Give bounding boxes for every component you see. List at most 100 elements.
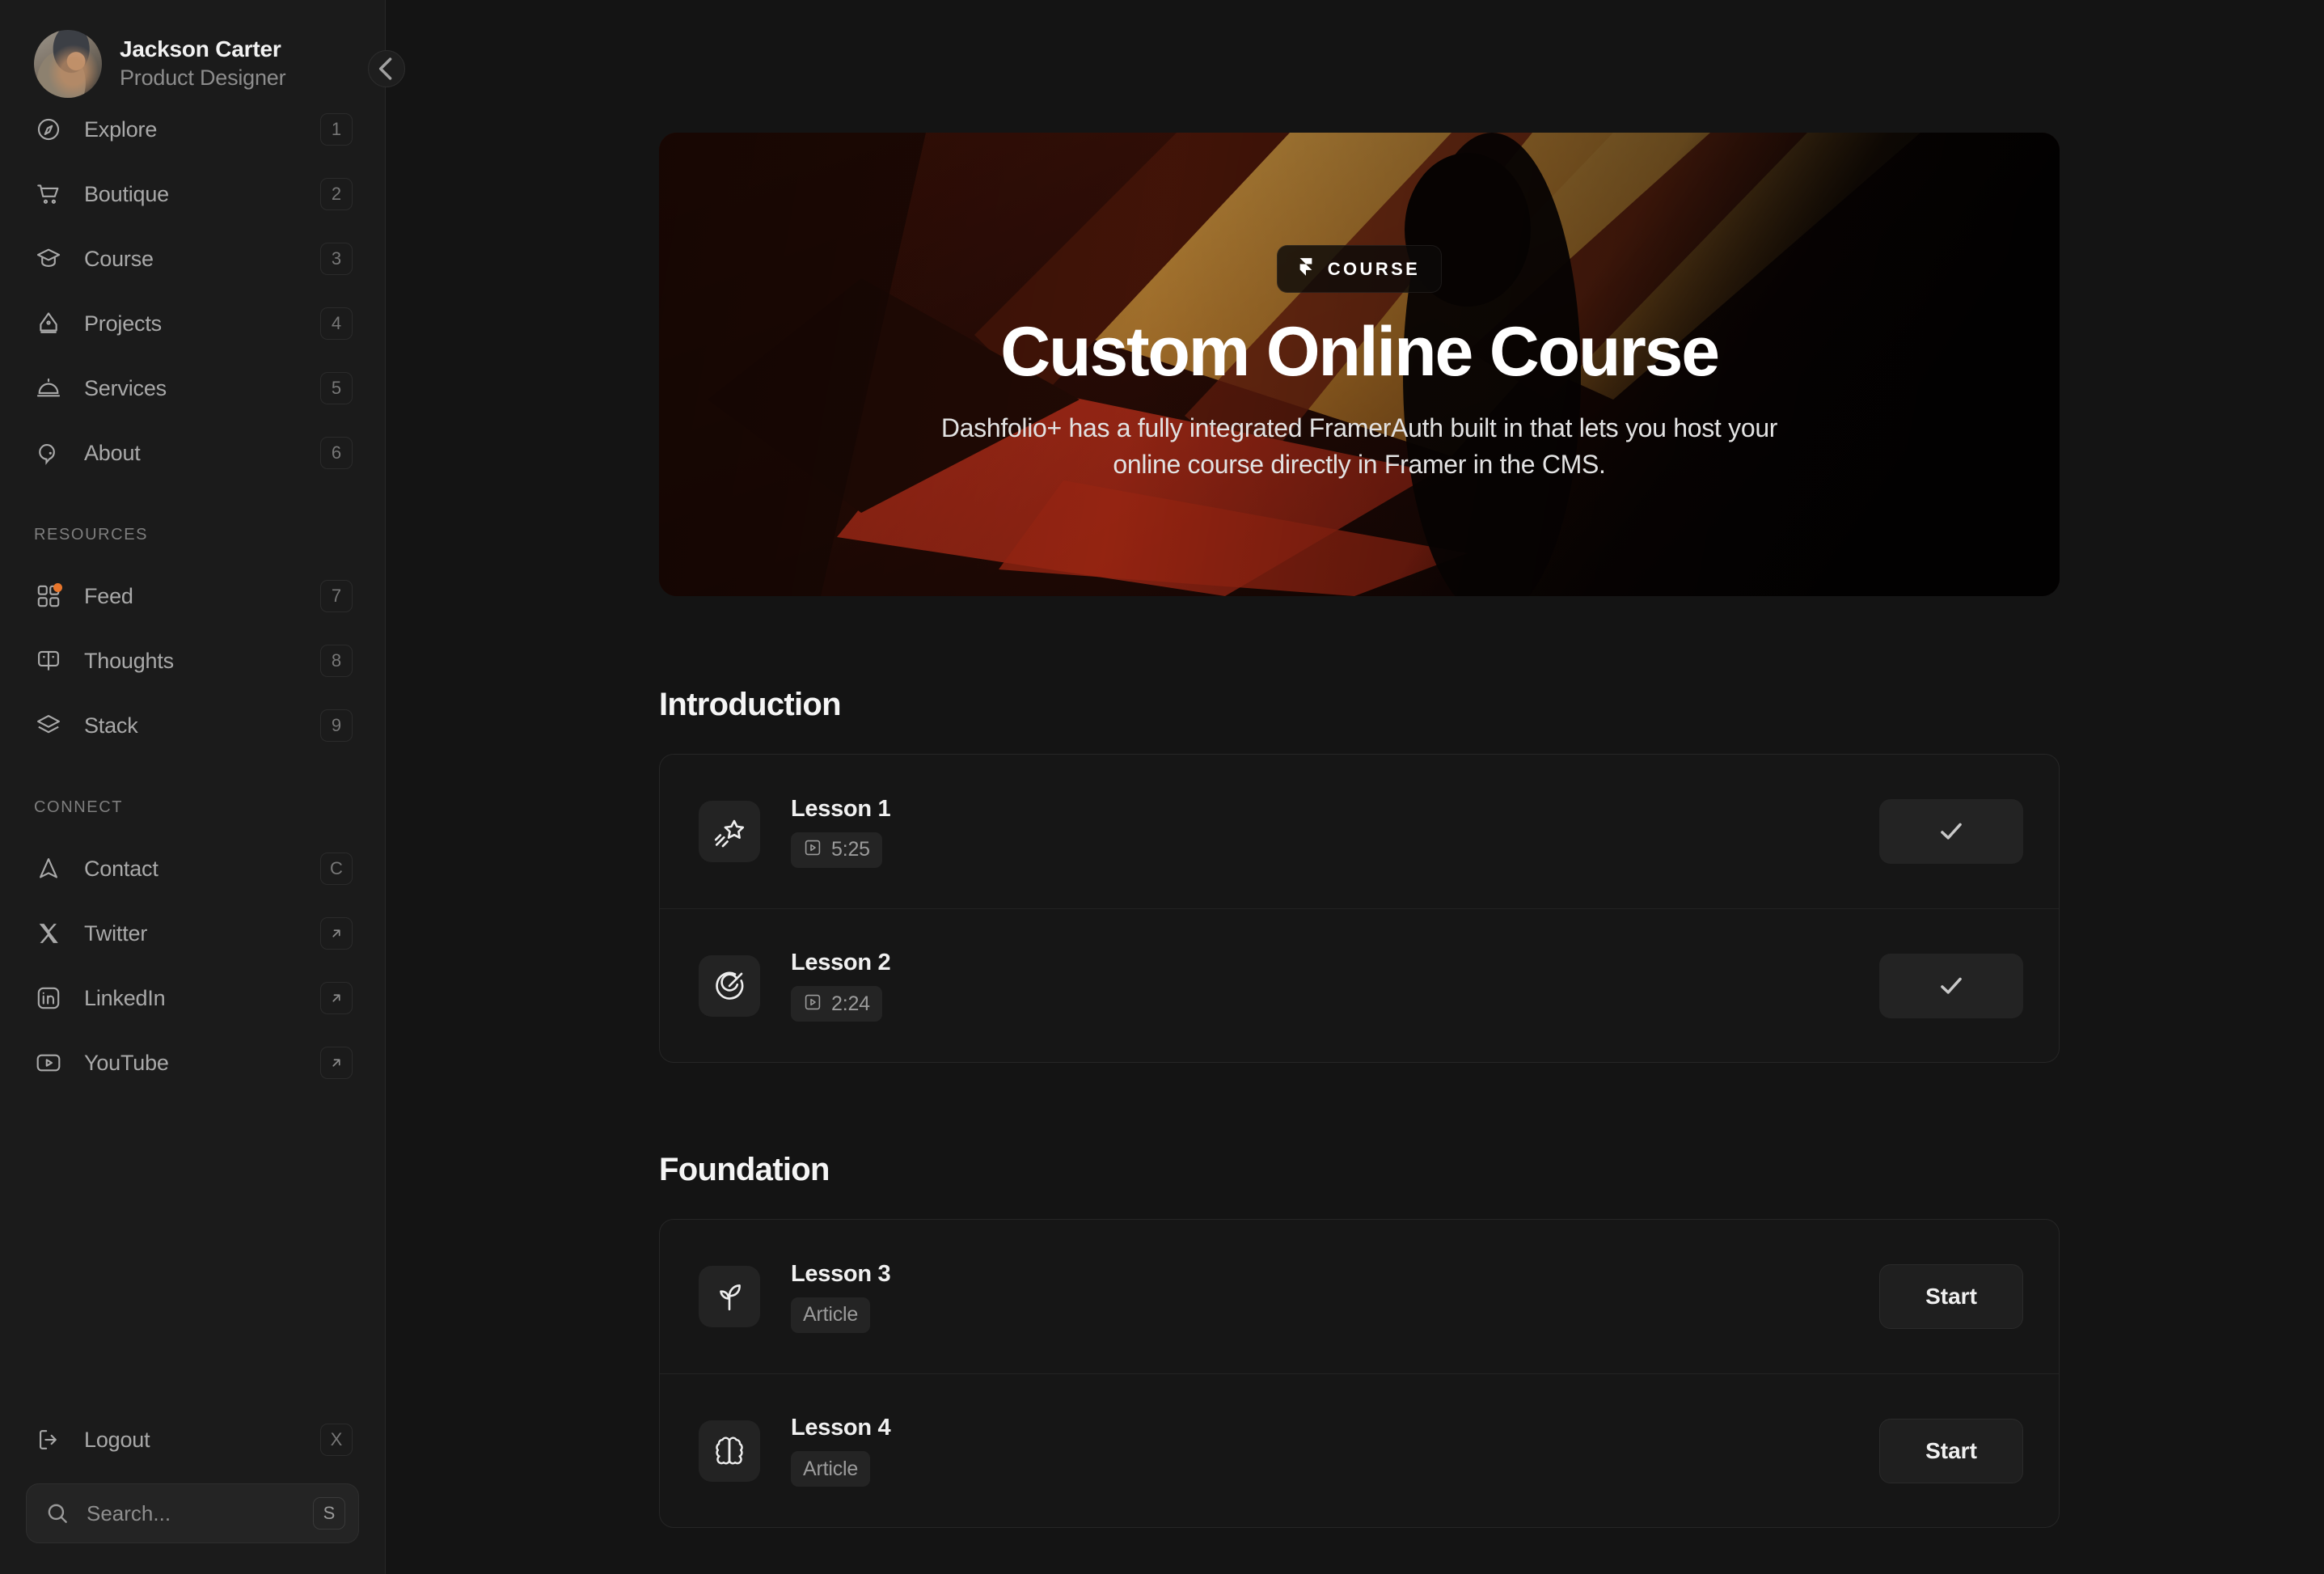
sidebar-item-label: Services (84, 375, 167, 400)
lesson-info: Lesson 2 2:24 (791, 950, 1849, 1022)
layout-grid-icon (34, 582, 63, 611)
lesson-start-label: Start (1925, 1284, 1977, 1309)
search-input[interactable]: Search... S (26, 1483, 359, 1543)
connect-nav: Contact C Twitter LinkedIn YouTube (26, 836, 359, 1095)
sidebar-item-linkedin[interactable]: LinkedIn (26, 966, 359, 1030)
sidebar-shortcut: 4 (320, 307, 353, 340)
sidebar-item-label: Stack (84, 713, 138, 738)
lesson-start-button[interactable]: Start (1879, 1418, 2023, 1483)
sidebar-item-boutique[interactable]: Boutique 2 (26, 162, 359, 226)
lesson-list-foundation: Lesson 3 Article Start Lesson 4 Article … (659, 1219, 2060, 1528)
notification-dot (53, 583, 62, 592)
sidebar-item-feed[interactable]: Feed 7 (26, 564, 359, 628)
lesson-complete-button[interactable] (1879, 799, 2023, 864)
logout-label: Logout (84, 1427, 150, 1452)
content-column: COURSE Custom Online Course Dashfolio+ h… (659, 0, 2060, 1574)
external-link-icon (320, 917, 353, 950)
sidebar-shortcut: 6 (320, 437, 353, 469)
sidebar-item-label: LinkedIn (84, 985, 166, 1010)
course-badge-label: COURSE (1327, 258, 1421, 279)
graduation-cap-icon (34, 244, 63, 273)
course-badge: COURSE (1276, 245, 1443, 294)
hero-content: COURSE Custom Online Course Dashfolio+ h… (659, 133, 2060, 596)
profile-header[interactable]: Jackson Carter Product Designer (26, 0, 359, 98)
sidebar-shortcut: 1 (320, 113, 353, 146)
profile-text: Jackson Carter Product Designer (120, 36, 286, 91)
lesson-info: Lesson 1 5:25 (791, 796, 1849, 868)
framer-logo-icon (1295, 256, 1316, 281)
lesson-title: Lesson 3 (791, 1260, 891, 1287)
sidebar-item-about[interactable]: About 6 (26, 421, 359, 485)
lesson-type: Article (803, 1457, 859, 1480)
logout-icon (34, 1425, 63, 1454)
sidebar-shortcut: 7 (320, 580, 353, 612)
sidebar-item-label: Course (84, 246, 154, 271)
sidebar-item-thoughts[interactable]: Thoughts 8 (26, 628, 359, 693)
main-content: COURSE Custom Online Course Dashfolio+ h… (386, 0, 2324, 1574)
lesson-info: Lesson 3 Article (791, 1261, 1849, 1333)
sidebar-item-services[interactable]: Services 5 (26, 356, 359, 421)
navigation-arrow-icon (34, 854, 63, 883)
sidebar-item-label: Contact (84, 856, 158, 881)
sidebar-item-twitter[interactable]: Twitter (26, 901, 359, 966)
lesson-title: Lesson 4 (791, 1415, 891, 1441)
lesson-title: Lesson 2 (791, 950, 891, 975)
target-icon (699, 954, 760, 1017)
lesson-title: Lesson 1 (791, 795, 891, 822)
compass-icon (34, 115, 63, 144)
lesson-duration-badge: 5:25 (791, 831, 882, 868)
lesson-type-badge: Article (791, 1451, 871, 1487)
sprout-icon (699, 1266, 760, 1327)
avatar (34, 29, 102, 98)
profile-role: Product Designer (120, 66, 286, 90)
lesson-duration: 5:25 (831, 838, 870, 861)
lesson-row[interactable]: Lesson 2 2:24 (660, 908, 2059, 1062)
linkedin-icon (34, 984, 63, 1013)
lesson-duration-badge: 2:24 (791, 986, 882, 1022)
sidebar-item-label: Boutique (84, 181, 169, 206)
lesson-type: Article (803, 1303, 859, 1326)
primary-nav: Explore 1 Boutique 2 Course 3 Projects 4… (26, 97, 359, 485)
search-icon (44, 1499, 70, 1528)
sidebar-item-course[interactable]: Course 3 (26, 226, 359, 291)
sidebar-item-youtube[interactable]: YouTube (26, 1030, 359, 1095)
external-link-icon (320, 982, 353, 1014)
sidebar-shortcut: 8 (320, 645, 353, 677)
sidebar-item-label: About (84, 440, 141, 465)
search-placeholder: Search... (87, 1500, 171, 1525)
shopping-cart-icon (34, 180, 63, 209)
check-icon (1941, 977, 1962, 994)
speech-bubble-icon (34, 438, 63, 468)
lesson-row[interactable]: Lesson 4 Article Start (660, 1373, 2059, 1527)
shooting-star-icon (699, 801, 760, 862)
section-label-resources: RESOURCES (34, 526, 149, 544)
resources-nav: Feed 7 Thoughts 8 Stack 9 (26, 564, 359, 758)
sidebar-item-contact[interactable]: Contact C (26, 836, 359, 901)
sidebar-item-stack[interactable]: Stack 9 (26, 693, 359, 758)
sidebar-collapse-button[interactable] (368, 50, 405, 87)
logout-shortcut: X (320, 1424, 353, 1456)
external-link-icon (320, 1047, 353, 1079)
sidebar-item-projects[interactable]: Projects 4 (26, 291, 359, 356)
app-root: Jackson Carter Product Designer Explore … (0, 0, 2324, 1574)
lesson-row[interactable]: Lesson 1 5:25 (660, 755, 2059, 908)
lesson-complete-button[interactable] (1879, 953, 2023, 1018)
lesson-duration: 2:24 (831, 992, 870, 1015)
sidebar-item-explore[interactable]: Explore 1 (26, 97, 359, 162)
sidebar-shortcut: 3 (320, 243, 353, 275)
sidebar-item-label: Thoughts (84, 648, 174, 673)
video-play-icon (803, 838, 822, 861)
logout-button[interactable]: Logout X (26, 1407, 359, 1472)
brain-icon (699, 1420, 760, 1482)
lesson-start-button[interactable]: Start (1879, 1264, 2023, 1329)
hero-subtitle: Dashfolio+ has a fully integrated Framer… (940, 413, 1778, 480)
lesson-type-badge: Article (791, 1297, 871, 1333)
course-hero-banner: COURSE Custom Online Course Dashfolio+ h… (659, 133, 2060, 596)
lesson-row[interactable]: Lesson 3 Article Start (660, 1220, 2059, 1373)
sidebar-shortcut: 5 (320, 372, 353, 404)
video-play-icon (803, 992, 822, 1016)
section-heading-foundation: Foundation (659, 1152, 830, 1187)
x-twitter-icon (34, 919, 63, 948)
pen-nib-icon (34, 309, 63, 338)
